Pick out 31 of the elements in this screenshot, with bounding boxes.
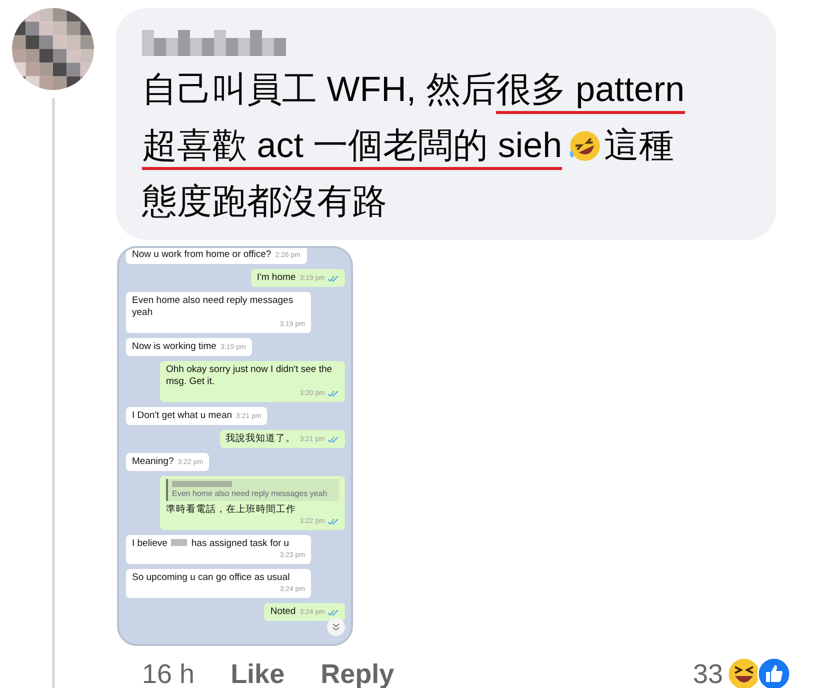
comment-text: 超喜歡 act 一個老闆的 sieh (142, 125, 562, 170)
blurred-name (172, 481, 232, 487)
reaction-count[interactable]: 33 (692, 658, 723, 688)
laughing-face-icon (568, 129, 602, 163)
blurred-name (171, 539, 188, 546)
scroll-down-button[interactable] (327, 618, 345, 636)
chevrons-down-icon (332, 623, 340, 631)
comment-text: 自己叫員工 WFH, 然后 (142, 69, 496, 111)
comment-text: 這種 (604, 125, 674, 167)
thumbs-up-icon (757, 657, 791, 688)
message-text: Noted (270, 606, 296, 618)
comment-text: 很多 pattern (496, 69, 685, 114)
comment-action-link[interactable]: Reply (320, 658, 394, 688)
comment-time: 16 h (142, 658, 195, 688)
message-text: 我說我知道了。 (226, 433, 296, 445)
comment-text: 態度跑都沒有路 (142, 181, 387, 223)
message-text: I Don't get what u mean (132, 410, 232, 422)
comment-action-link[interactable]: Like (230, 658, 285, 688)
message-text: has assigned task for u (191, 538, 290, 550)
message-text: 準時看電話，在上班時間工作 (166, 504, 296, 516)
message-text: So upcoming u can go office as usual (132, 572, 290, 584)
message-text: Meaning? (132, 456, 174, 468)
message-text: I believe (132, 538, 168, 550)
message-text: Even home also need reply messages yeah (132, 295, 294, 319)
quoted-text: Even home also need reply messages yeah (172, 489, 328, 499)
message-text: Ohh okay sorry just now I didn't see the msg. Get it. (166, 364, 334, 388)
message-text: Now u work from home or office? (132, 249, 272, 261)
message-text: I'm home (256, 272, 296, 284)
laughing-face-icon (727, 657, 761, 688)
avatar[interactable] (12, 8, 94, 90)
message-text: Now is working time (132, 341, 216, 353)
